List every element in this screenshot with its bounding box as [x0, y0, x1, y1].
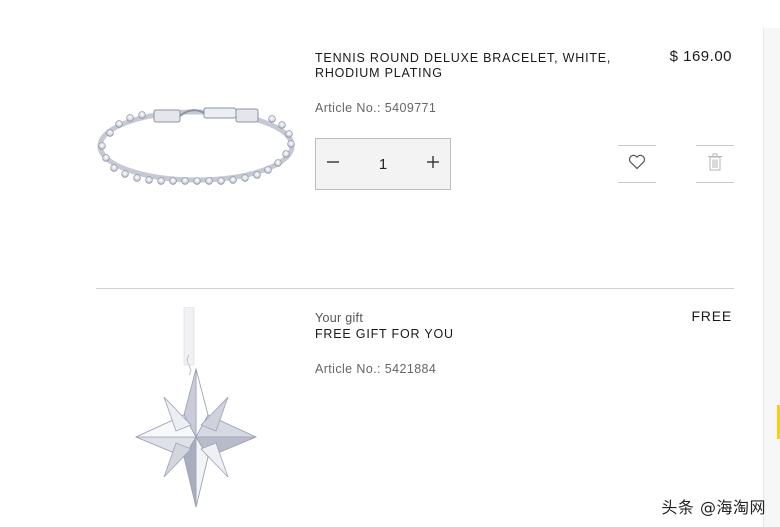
quantity-value[interactable]: 1 — [350, 156, 416, 173]
quantity-stepper: 1 — [315, 138, 451, 190]
order-summary-panel-edge — [763, 28, 780, 527]
product-title[interactable]: FREE GIFT FOR YOU — [315, 327, 454, 342]
cart-item: TENNIS ROUND DELUXE BRACELET, WHITE, RHO… — [96, 0, 734, 288]
product-price: $ 169.00 — [669, 48, 732, 65]
product-title[interactable]: TENNIS ROUND DELUXE BRACELET, WHITE, RHO… — [315, 51, 615, 81]
gift-label: Your gift — [315, 311, 364, 325]
bracelet-image[interactable] — [96, 100, 298, 190]
plus-icon — [426, 155, 440, 174]
remove-item-button[interactable] — [696, 145, 734, 183]
article-number: Article No.: 5421884 — [315, 362, 437, 376]
article-number: Article No.: 5409771 — [315, 101, 437, 115]
product-price: FREE — [691, 308, 732, 324]
cart-item: Your gift FREE GIFT FOR YOU Article No.:… — [96, 289, 734, 527]
minus-icon — [326, 155, 340, 174]
add-to-wishlist-button[interactable] — [618, 145, 656, 183]
heart-icon — [628, 154, 646, 175]
star-ornament-image[interactable] — [126, 306, 266, 517]
watermark: 头条 @海淘网 — [661, 498, 766, 517]
trash-icon — [707, 153, 723, 176]
decrease-quantity-button[interactable] — [316, 139, 350, 189]
increase-quantity-button[interactable] — [416, 139, 450, 189]
